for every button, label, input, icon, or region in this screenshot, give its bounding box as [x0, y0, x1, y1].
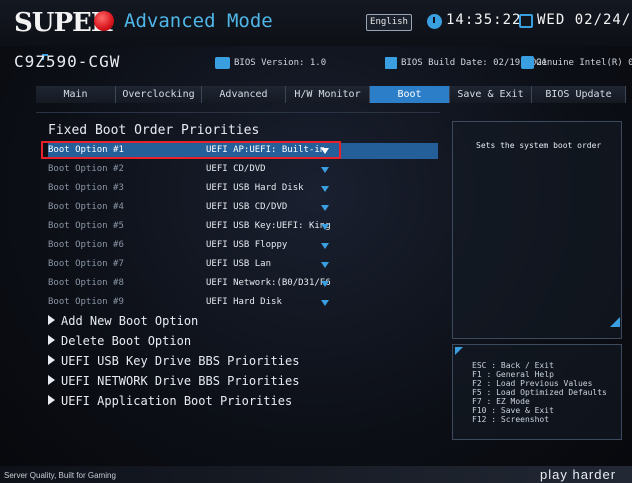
dropdown-arrow-icon[interactable]	[321, 186, 329, 192]
cpu-icon	[521, 56, 534, 69]
boot-option-value[interactable]: UEFI CD/DVD	[206, 164, 331, 174]
network-bbs-priorities[interactable]: UEFI NETWORK Drive BBS Priorities	[48, 374, 299, 392]
boot-option-label: Boot Option #6	[48, 240, 124, 250]
bios-screen: SUPER Advanced Mode English 14:35:22 WED…	[0, 0, 632, 483]
action-label: UEFI NETWORK Drive BBS Priorities	[61, 374, 300, 388]
boot-option-label: Boot Option #5	[48, 221, 124, 231]
boot-option-7-row[interactable]: Boot Option #7 UEFI USB Lan	[48, 257, 438, 273]
tab-save-exit[interactable]: Save & Exit	[450, 86, 532, 103]
boot-option-2-row[interactable]: Boot Option #2 UEFI CD/DVD	[48, 162, 438, 178]
boot-option-value[interactable]: UEFI USB Floppy	[206, 240, 331, 250]
clock-icon	[427, 14, 442, 29]
submenu-arrow-icon	[48, 355, 55, 365]
boot-option-label: Boot Option #7	[48, 259, 124, 269]
action-label: Delete Boot Option	[61, 334, 192, 348]
dropdown-arrow-icon[interactable]	[321, 281, 329, 287]
boot-option-value[interactable]: UEFI Network:(B0/D31/F6) !	[206, 278, 331, 288]
build-date-icon	[385, 57, 397, 69]
boot-option-8-row[interactable]: Boot Option #8 UEFI Network:(B0/D31/F6) …	[48, 276, 438, 292]
hotkey-f12: F12 : Screenshot	[472, 415, 550, 424]
boot-option-label: Boot Option #3	[48, 183, 124, 193]
dropdown-arrow-icon[interactable]	[321, 167, 329, 173]
action-label: Add New Boot Option	[61, 314, 199, 328]
hotkey-f2: F2 : Load Previous Values	[472, 379, 593, 388]
hotkey-f5: F5 : Load Optimized Defaults	[472, 388, 607, 397]
system-time: 14:35:22	[446, 12, 522, 28]
board-model: C9Z590-CGW	[14, 52, 121, 71]
boot-option-value[interactable]: UEFI Hard Disk	[206, 297, 331, 307]
boot-option-label: Boot Option #2	[48, 164, 124, 174]
panel-corner-icon	[610, 317, 620, 327]
dropdown-arrow-icon[interactable]	[321, 262, 329, 268]
tab-overclocking[interactable]: Overclocking	[116, 86, 202, 103]
section-title: Fixed Boot Order Priorities	[48, 123, 260, 138]
boot-option-4-row[interactable]: Boot Option #4 UEFI USB CD/DVD	[48, 200, 438, 216]
selection-highlight-box	[41, 141, 341, 159]
dropdown-arrow-icon[interactable]	[321, 205, 329, 211]
hotkey-f1: F1 : General Help	[472, 370, 554, 379]
submenu-arrow-icon	[48, 395, 55, 405]
tab-bar: Main Overclocking Advanced H/W Monitor B…	[36, 86, 626, 103]
logo-dot-icon	[94, 11, 114, 31]
boot-option-9-row[interactable]: Boot Option #9 UEFI Hard Disk	[48, 295, 438, 311]
help-panel	[452, 121, 622, 339]
footer-slogan: play harder	[540, 467, 617, 482]
boot-option-6-row[interactable]: Boot Option #6 UEFI USB Floppy	[48, 238, 438, 254]
submenu-arrow-icon	[48, 315, 55, 325]
action-label: UEFI USB Key Drive BBS Priorities	[61, 354, 300, 368]
dropdown-arrow-icon[interactable]	[321, 300, 329, 306]
footer-tagline: Server Quality, Built for Gaming	[4, 471, 116, 480]
hotkey-f7: F7 : EZ Mode	[472, 397, 530, 406]
usb-key-bbs-priorities[interactable]: UEFI USB Key Drive BBS Priorities	[48, 354, 299, 372]
language-button[interactable]: English	[366, 14, 412, 31]
boot-option-value[interactable]: UEFI USB Lan	[206, 259, 331, 269]
tab-bios-update[interactable]: BIOS Update	[532, 86, 626, 103]
action-label: UEFI Application Boot Priorities	[61, 394, 293, 408]
tab-boot[interactable]: Boot	[370, 86, 450, 103]
tab-main[interactable]: Main	[36, 86, 116, 103]
application-boot-priorities[interactable]: UEFI Application Boot Priorities	[48, 394, 292, 412]
boot-option-label: Boot Option #8	[48, 278, 124, 288]
hotkey-f10: F10 : Save & Exit	[472, 406, 554, 415]
delete-boot-option[interactable]: Delete Boot Option	[48, 334, 191, 352]
dropdown-arrow-icon[interactable]	[321, 243, 329, 249]
chip-icon	[215, 57, 230, 69]
tab-hw-monitor[interactable]: H/W Monitor	[286, 86, 370, 103]
boot-option-value[interactable]: UEFI USB Key:UEFI: Kingst	[206, 221, 331, 231]
help-description: Sets the system boot order	[476, 141, 602, 150]
submenu-arrow-icon	[48, 375, 55, 385]
add-new-boot-option[interactable]: Add New Boot Option	[48, 314, 198, 332]
boot-option-label: Boot Option #9	[48, 297, 124, 307]
calendar-icon	[519, 14, 533, 28]
dropdown-arrow-icon[interactable]	[321, 224, 329, 230]
bios-version: BIOS Version: 1.0	[234, 58, 327, 68]
cpu-name: Genuine Intel(R) 0000	[536, 58, 632, 68]
panel-corner-icon	[455, 347, 463, 355]
boot-option-value[interactable]: UEFI USB CD/DVD	[206, 202, 331, 212]
boot-option-label: Boot Option #4	[48, 202, 124, 212]
system-date: WED 02/24/2021	[537, 12, 632, 28]
boot-option-5-row[interactable]: Boot Option #5 UEFI USB Key:UEFI: Kingst	[48, 219, 438, 235]
boot-option-value[interactable]: UEFI USB Hard Disk	[206, 183, 331, 193]
tab-advanced[interactable]: Advanced	[202, 86, 286, 103]
hotkey-esc: ESC : Back / Exit	[472, 361, 554, 370]
boot-option-3-row[interactable]: Boot Option #3 UEFI USB Hard Disk	[48, 181, 438, 197]
submenu-arrow-icon	[48, 335, 55, 345]
mode-title: Advanced Mode	[124, 10, 273, 32]
